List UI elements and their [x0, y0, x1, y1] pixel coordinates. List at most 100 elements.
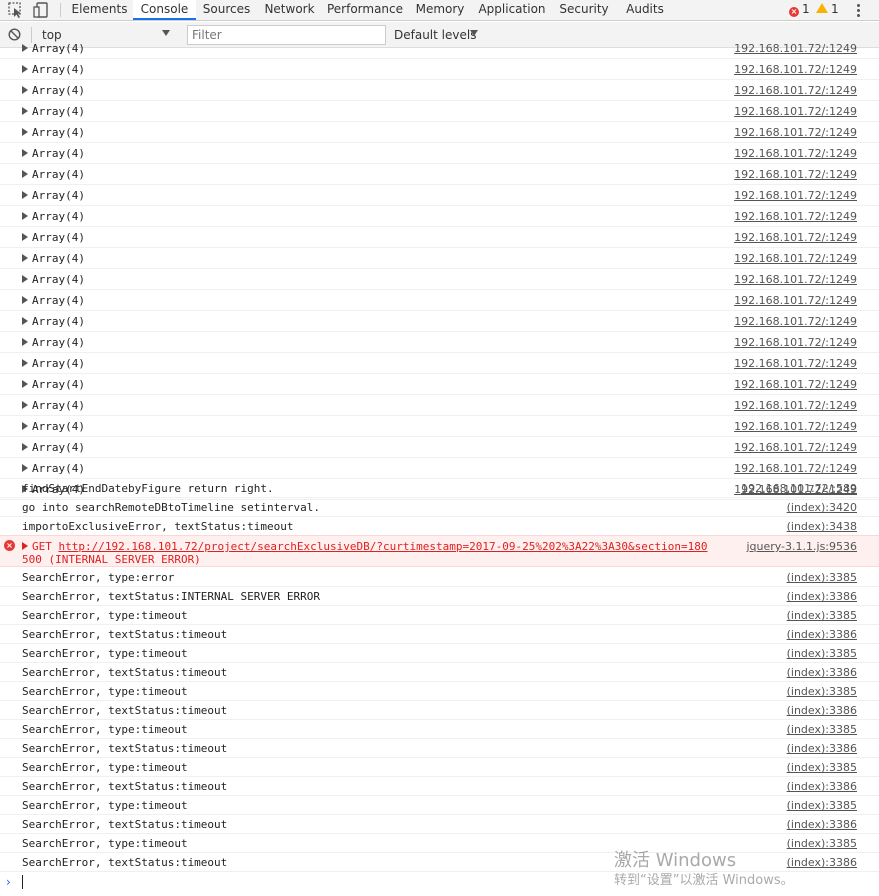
chevron-down-icon[interactable] — [162, 30, 170, 36]
expand-triangle-icon[interactable] — [22, 275, 28, 283]
source-link[interactable]: (index):3385 — [787, 758, 857, 777]
log-row[interactable]: SearchError, type:error (index):3385 — [0, 568, 879, 587]
log-message[interactable]: Array(4) — [22, 185, 85, 206]
log-row[interactable]: importoExclusiveError, textStatus:timeou… — [0, 517, 879, 536]
source-link[interactable]: (index):3386 — [787, 587, 857, 606]
source-link[interactable]: 192.168.101.72/:1249 — [734, 332, 857, 353]
tab-elements[interactable]: Elements — [66, 0, 133, 20]
source-link[interactable]: 192.168.101.72/:1249 — [734, 290, 857, 311]
more-options-icon[interactable] — [853, 2, 863, 18]
expand-triangle-icon[interactable] — [22, 338, 28, 346]
source-link[interactable]: (index):3385 — [787, 606, 857, 625]
log-row[interactable]: SearchError, type:timeout (index):3385 — [0, 682, 879, 701]
array-log-row[interactable]: Array(4) 192.168.101.72/:1249 — [0, 164, 879, 185]
expand-triangle-icon[interactable] — [22, 317, 28, 325]
tab-console[interactable]: Console — [133, 0, 196, 20]
expand-triangle-icon[interactable] — [22, 254, 28, 262]
source-link[interactable]: 192.168.101.72/:1249 — [734, 227, 857, 248]
tab-application[interactable]: Application — [472, 0, 552, 20]
source-link[interactable]: jquery-3.1.1.js:9536 — [746, 540, 857, 553]
expand-triangle-icon[interactable] — [22, 191, 28, 199]
array-log-row[interactable]: Array(4) 192.168.101.72/:1249 — [0, 290, 879, 311]
log-message[interactable]: Array(4) — [22, 248, 85, 269]
source-link[interactable]: (index):3420 — [787, 498, 857, 517]
request-url-link[interactable]: http://192.168.101.72/project/searchExcl… — [59, 540, 708, 553]
log-message[interactable]: Array(4) — [22, 59, 85, 80]
source-link[interactable]: (index):3386 — [787, 701, 857, 720]
warning-counter[interactable]: 1 — [816, 0, 839, 20]
source-link[interactable]: 192.168.101.72/:1249 — [734, 353, 857, 374]
expand-triangle-icon[interactable] — [22, 44, 28, 52]
log-row[interactable]: SearchError, textStatus:INTERNAL SERVER … — [0, 587, 879, 606]
expand-triangle-icon[interactable] — [22, 212, 28, 220]
source-link[interactable]: 192.168.101.72/:1249 — [734, 269, 857, 290]
source-link[interactable]: 192.168.101.72/:1249 — [734, 248, 857, 269]
log-message[interactable]: Array(4) — [22, 206, 85, 227]
array-log-row[interactable]: Array(4) 192.168.101.72/:1249 — [0, 101, 879, 122]
source-link[interactable]: (index):3386 — [787, 739, 857, 758]
log-message[interactable]: Array(4) — [22, 437, 85, 458]
array-log-row[interactable]: Array(4) 192.168.101.72/:1249 — [0, 353, 879, 374]
source-link[interactable]: 192.168.101.72/:1249 — [734, 395, 857, 416]
array-log-row[interactable]: Array(4) 192.168.101.72/:1249 — [0, 416, 879, 437]
expand-triangle-icon[interactable] — [22, 128, 28, 136]
device-toolbar-icon[interactable] — [30, 0, 54, 20]
log-message[interactable]: Array(4) — [22, 38, 85, 59]
source-link[interactable]: (index):3385 — [787, 682, 857, 701]
log-message[interactable]: Array(4) — [22, 227, 85, 248]
tab-performance[interactable]: Performance — [322, 0, 408, 20]
log-row[interactable]: SearchError, type:timeout (index):3385 — [0, 606, 879, 625]
array-log-row[interactable]: Array(4) 192.168.101.72/:1249 — [0, 332, 879, 353]
source-link[interactable]: 192.168.101.72/:1249 — [734, 206, 857, 227]
log-message[interactable]: Array(4) — [22, 290, 85, 311]
source-link[interactable]: 192.168.101.72/:1249 — [734, 59, 857, 80]
source-link[interactable]: 192.168.101.72/:1249 — [734, 80, 857, 101]
array-log-row[interactable]: Array(4) 192.168.101.72/:1249 — [0, 269, 879, 290]
expand-triangle-icon[interactable] — [22, 359, 28, 367]
log-row[interactable]: SearchError, textStatus:timeout (index):3… — [0, 739, 879, 758]
array-log-row[interactable]: Array(4) 192.168.101.72/:1249 — [0, 458, 879, 479]
expand-triangle-icon[interactable] — [22, 401, 28, 409]
array-log-row[interactable]: Array(4) 192.168.101.72/:1249 — [0, 248, 879, 269]
log-message[interactable]: Array(4) — [22, 458, 85, 479]
array-log-row[interactable]: Array(4) 192.168.101.72/:1249 — [0, 311, 879, 332]
log-row[interactable]: SearchError, textStatus:timeout (index):3… — [0, 777, 879, 796]
source-link[interactable]: (index):3386 — [787, 663, 857, 682]
expand-triangle-icon[interactable] — [22, 65, 28, 73]
tab-sources[interactable]: Sources — [196, 0, 257, 20]
log-message[interactable]: Array(4) — [22, 395, 85, 416]
source-link[interactable]: 192.168.101.72/:1249 — [734, 143, 857, 164]
inspect-element-icon[interactable] — [3, 0, 27, 20]
source-link[interactable]: 192.168.101.72/:1249 — [734, 437, 857, 458]
log-row[interactable]: SearchError, type:timeout (index):3385 — [0, 720, 879, 739]
error-counter[interactable]: × 1 — [789, 0, 810, 20]
log-message[interactable]: Array(4) — [22, 80, 85, 101]
source-link[interactable]: 192.168.101.72/:1249 — [734, 185, 857, 206]
source-link[interactable]: 192.168.101.72/:1249 — [734, 458, 857, 479]
expand-triangle-icon[interactable] — [22, 296, 28, 304]
source-link[interactable]: (index):3385 — [787, 796, 857, 815]
log-message[interactable]: Array(4) — [22, 416, 85, 437]
source-link[interactable]: (index):3385 — [787, 720, 857, 739]
array-log-row[interactable]: Array(4) 192.168.101.72/:1249 — [0, 437, 879, 458]
expand-triangle-icon[interactable] — [22, 107, 28, 115]
network-error-row[interactable]: × GET http://192.168.101.72/project/searc… — [0, 535, 879, 567]
tab-memory[interactable]: Memory — [408, 0, 472, 20]
source-link[interactable]: 192.168.101.72/:589 — [741, 479, 857, 498]
source-link[interactable]: (index):3385 — [787, 568, 857, 587]
array-log-row[interactable]: Array(4) 192.168.101.72/:1249 — [0, 143, 879, 164]
log-row[interactable]: SearchError, type:timeout (index):3385 — [0, 796, 879, 815]
log-row[interactable]: SearchError, textStatus:timeout (index):3… — [0, 663, 879, 682]
array-log-row[interactable]: Array(4) 192.168.101.72/:1249 — [0, 59, 879, 80]
array-log-row[interactable]: Array(4) 192.168.101.72/:1249 — [0, 122, 879, 143]
source-link[interactable]: (index):3385 — [787, 834, 857, 853]
log-row[interactable]: SearchError, textStatus:timeout (index):3… — [0, 701, 879, 720]
log-message[interactable]: Array(4) — [22, 353, 85, 374]
source-link[interactable]: (index):3385 — [787, 644, 857, 663]
source-link[interactable]: 192.168.101.72/:1249 — [734, 311, 857, 332]
array-log-row[interactable]: Array(4) 192.168.101.72/:1249 — [0, 80, 879, 101]
expand-triangle-icon[interactable] — [22, 443, 28, 451]
expand-triangle-icon[interactable] — [22, 422, 28, 430]
expand-triangle-icon[interactable] — [22, 149, 28, 157]
expand-triangle-icon[interactable] — [22, 380, 28, 388]
